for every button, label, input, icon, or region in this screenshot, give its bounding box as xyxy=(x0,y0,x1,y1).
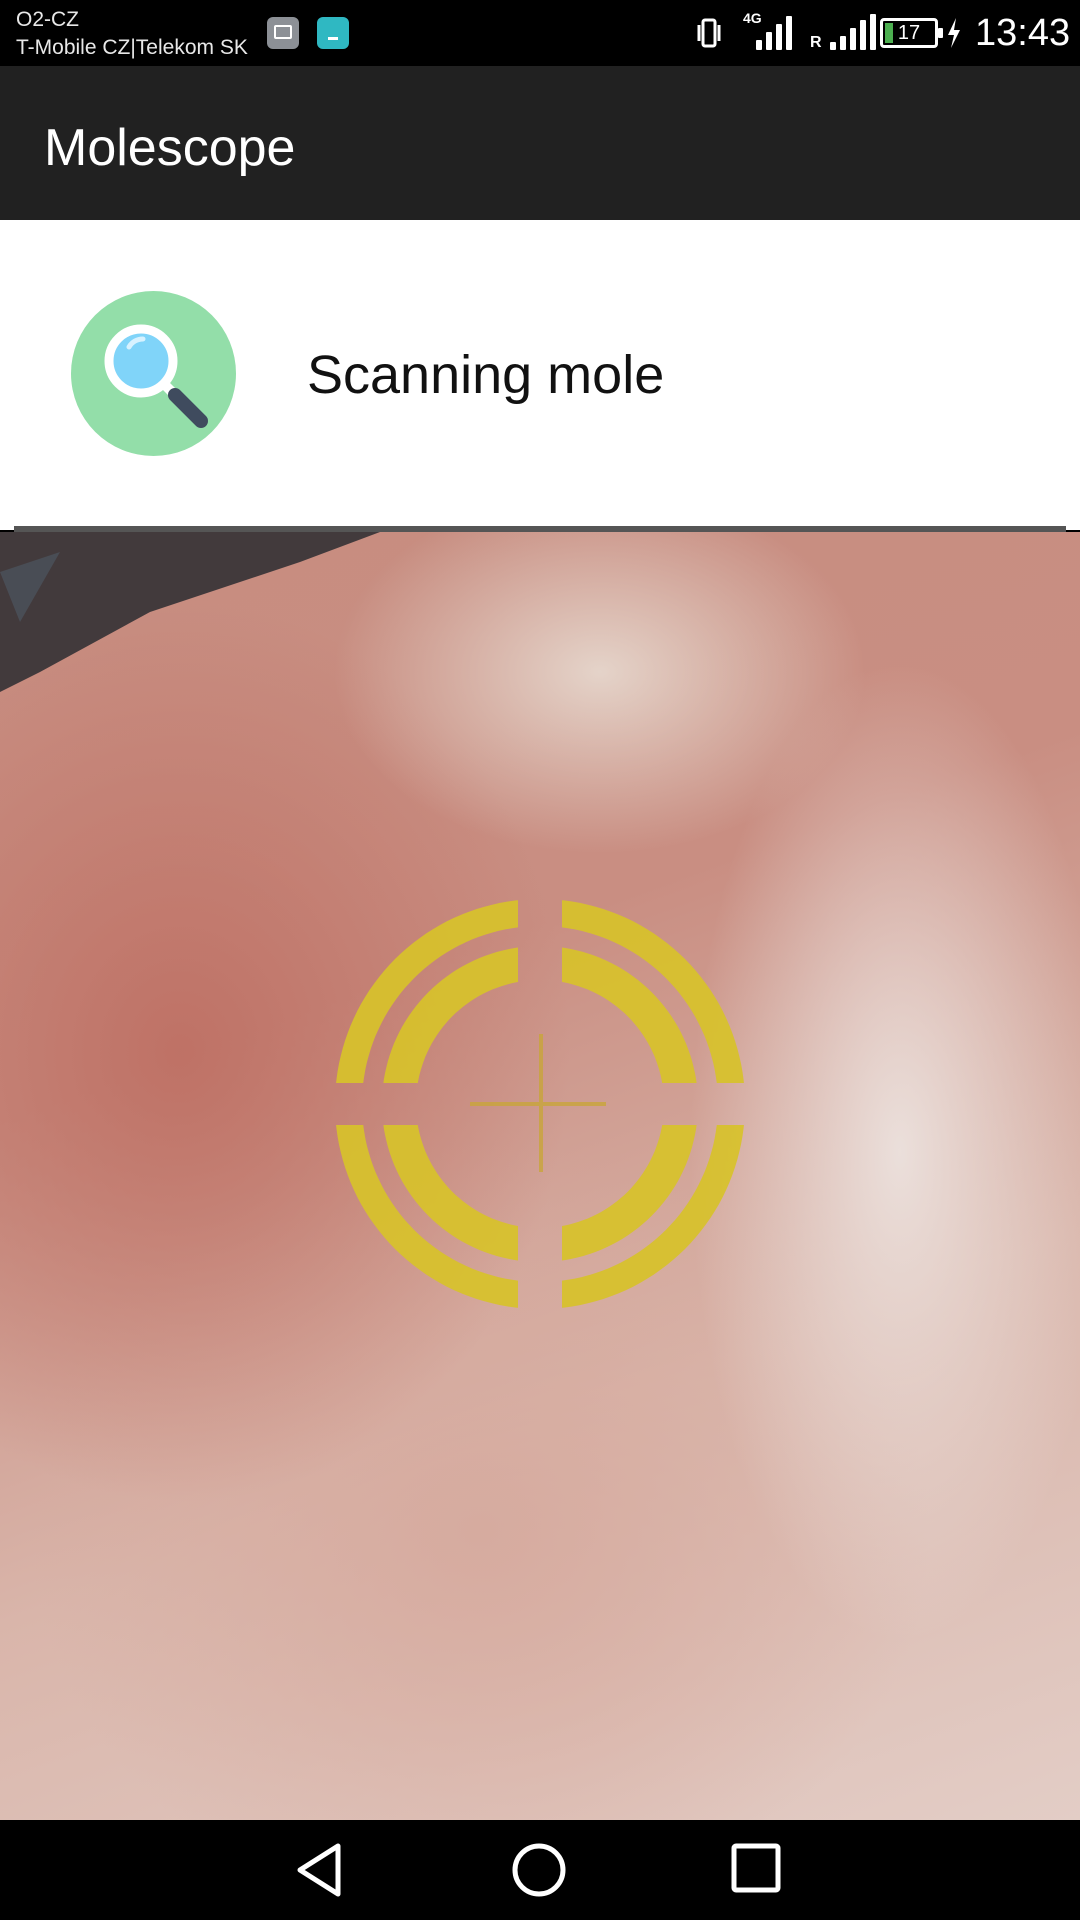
home-icon[interactable] xyxy=(507,1838,571,1902)
camera-preview[interactable] xyxy=(0,532,1080,1820)
app-bar: Molescope xyxy=(0,66,1080,220)
vibrate-icon xyxy=(697,18,721,48)
clock: 13:43 xyxy=(975,12,1071,54)
status-bar: O2-CZ T-Mobile CZ|Telekom SK 4G R 17 13:… xyxy=(0,0,1080,66)
battery-icon: 17 xyxy=(880,18,943,48)
scan-status-label: Scanning mole xyxy=(307,345,665,405)
recents-icon[interactable] xyxy=(726,1838,790,1902)
battery-level: 17 xyxy=(897,22,921,44)
signal-strength-icon xyxy=(756,16,792,50)
carrier-secondary: T-Mobile CZ|Telekom SK xyxy=(16,36,248,59)
roaming-label: R xyxy=(810,34,822,51)
scan-status-card: Scanning mole xyxy=(0,220,1080,530)
charging-icon xyxy=(948,18,960,48)
download-icon xyxy=(317,17,349,49)
scan-avatar xyxy=(71,291,236,456)
gallery-icon xyxy=(267,17,299,49)
app-title: Molescope xyxy=(44,119,296,177)
signal-strength-icon xyxy=(830,14,876,50)
back-icon[interactable] xyxy=(290,1838,354,1902)
target-reticle-icon xyxy=(336,900,744,1308)
carrier-primary: O2-CZ xyxy=(16,8,79,31)
magnifier-icon xyxy=(104,324,208,428)
navigation-bar xyxy=(0,1820,1080,1920)
